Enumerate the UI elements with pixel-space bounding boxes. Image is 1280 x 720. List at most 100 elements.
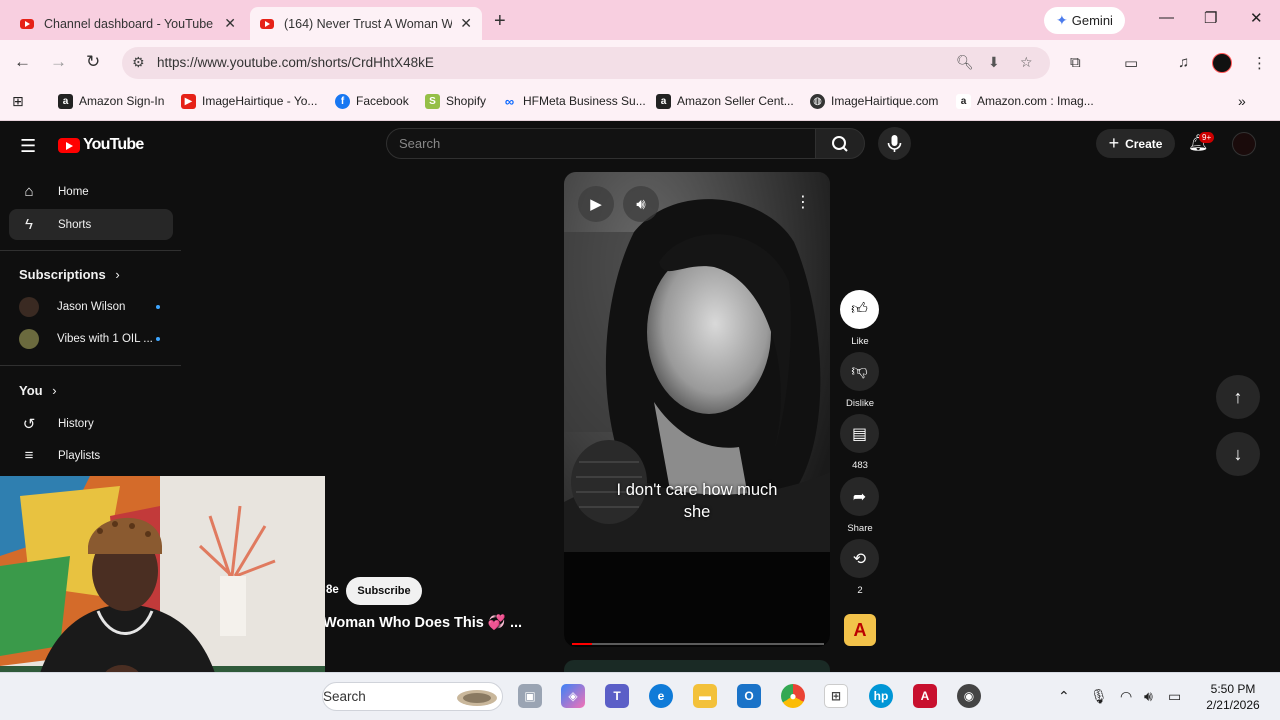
sidebar-item-history[interactable]: ↺ History — [9, 408, 173, 439]
bookmark-star-icon[interactable]: ☆ — [1020, 54, 1033, 71]
like-button[interactable]: 👍︎ Like — [840, 290, 880, 347]
search-input-wrapper[interactable] — [386, 128, 816, 159]
subscribe-button[interactable]: Subscribe — [346, 577, 422, 605]
microphone-tray-icon[interactable]: 🎙︎ — [1090, 688, 1108, 705]
search-input[interactable] — [387, 129, 815, 158]
volume-icon: 🔊︎ — [636, 195, 646, 213]
youtube-logo[interactable]: YouTube — [58, 136, 144, 154]
tab-current-short[interactable]: (164) Never Trust A Woman Who Does This … — [250, 7, 482, 40]
bookmark-amazon-seller[interactable]: a Amazon Seller Cent... — [656, 93, 794, 109]
next-short-button[interactable]: ↓ — [1216, 432, 1260, 476]
subscriptions-heading[interactable]: Subscriptions › — [19, 267, 120, 282]
new-content-dot — [156, 305, 160, 309]
sidebar-item-playlists[interactable]: ≡ Playlists — [9, 440, 173, 471]
bookmark-amazon-com[interactable]: a Amazon.com : Imag... — [956, 93, 1094, 109]
speaker-icon[interactable]: 🔊︎ — [1144, 688, 1153, 705]
close-tab-icon[interactable]: ✕ — [224, 15, 236, 32]
bookmark-amazon-signin[interactable]: a Amazon Sign-In — [58, 93, 164, 109]
copilot-icon[interactable]: ◈ — [561, 684, 585, 708]
account-avatar[interactable] — [1232, 132, 1256, 156]
bookmark-label: Shopify — [446, 94, 487, 108]
channel-name[interactable]: 8e — [326, 584, 339, 596]
show-hidden-icons-icon[interactable]: ⌃ — [1058, 688, 1070, 705]
dislike-label: Dislike — [846, 398, 874, 409]
tab-channel-dashboard[interactable]: Channel dashboard - YouTube Studio ✕ — [10, 7, 246, 40]
youtube-icon: ▶ — [181, 93, 196, 109]
voice-search-button[interactable] — [878, 127, 911, 160]
youtube-play-logo-icon — [58, 137, 80, 153]
youtube-icon — [260, 18, 274, 29]
zoom-icon[interactable]: 🔍︎ — [956, 54, 974, 71]
amazon-icon: a — [656, 93, 671, 109]
sound-thumbnail-icon[interactable]: A — [844, 614, 876, 646]
apps-grid-icon[interactable]: ⊞ — [12, 93, 24, 109]
bookmark-label: ImageHairtique.com — [831, 94, 939, 108]
teams-icon[interactable]: T — [605, 684, 629, 708]
gemini-button[interactable]: ✦ Gemini — [1044, 7, 1125, 34]
menu-kebab-icon[interactable]: ⋮ — [1252, 54, 1267, 72]
battery-icon[interactable]: ▭ — [1168, 688, 1181, 705]
close-window-icon[interactable]: ✕ — [1250, 9, 1263, 27]
subscription-label: Vibes with 1 OIL ... — [57, 333, 153, 345]
hamburger-menu-icon[interactable]: ☰ — [20, 136, 36, 157]
outlook-icon[interactable]: O — [737, 684, 761, 708]
profile-avatar[interactable] — [1212, 53, 1232, 73]
short-video-player[interactable]: ▶ 🔊︎ ⋮ I don't care how much she — [564, 172, 830, 647]
taskbar-search[interactable]: Search — [322, 682, 503, 711]
amazon-icon: a — [58, 93, 73, 109]
file-explorer-icon[interactable]: ▬ — [693, 684, 717, 708]
create-button[interactable]: + Create — [1096, 129, 1175, 158]
share-button[interactable]: ➦ Share — [840, 477, 880, 534]
bookmark-meta-business[interactable]: ∞ HFMeta Business Su... — [502, 93, 646, 109]
close-tab-icon[interactable]: ✕ — [460, 15, 472, 32]
chrome-icon[interactable]: ● — [781, 684, 805, 708]
dislike-button[interactable]: 👎︎ Dislike — [840, 352, 880, 409]
system-clock[interactable]: 5:50 PM 2/21/2026 — [1200, 681, 1266, 713]
video-progress-bar[interactable] — [572, 643, 824, 645]
reload-icon[interactable]: ↻ — [86, 52, 100, 72]
back-icon[interactable]: ← — [14, 52, 31, 72]
remix-button[interactable]: ⟲ 2 — [840, 539, 880, 596]
site-info-icon[interactable]: ⚙ — [132, 54, 145, 71]
bookmark-imagehairtique-youtube[interactable]: ▶ ImageHairtique - Yo... — [181, 93, 317, 109]
edge-icon[interactable]: e — [649, 684, 673, 708]
new-tab-button[interactable]: + — [494, 10, 506, 33]
task-view-icon[interactable]: ▣ — [518, 684, 542, 708]
wifi-icon[interactable]: ◠ — [1120, 688, 1132, 705]
remix-icon: ⟲ — [840, 539, 879, 578]
microsoft-store-icon[interactable]: ⊞ — [824, 684, 848, 708]
sidebar-item-shorts[interactable]: ϟ Shorts — [9, 209, 173, 240]
media-control-icon[interactable]: ♫ — [1178, 54, 1189, 71]
hp-icon[interactable]: hp — [869, 684, 893, 708]
more-options-icon[interactable]: ⋮ — [795, 192, 811, 212]
previous-short-button[interactable]: ↑ — [1216, 375, 1260, 419]
bookmark-label: HFMeta Business Su... — [523, 94, 646, 108]
obs-icon[interactable]: ◉ — [957, 684, 981, 708]
short-title[interactable]: Woman Who Does This 💞 ... — [323, 614, 522, 631]
comments-button[interactable]: ▤ 483 — [840, 414, 880, 471]
windows-taskbar — [0, 672, 1280, 720]
url-text: https://www.youtube.com/shorts/CrdHhtX48… — [157, 55, 434, 70]
volume-button[interactable]: 🔊︎ — [623, 186, 659, 222]
more-bookmarks-icon[interactable]: » — [1238, 93, 1246, 109]
you-heading[interactable]: You › — [19, 383, 57, 398]
address-bar[interactable]: ⚙ https://www.youtube.com/shorts/CrdHhtX… — [122, 47, 1050, 79]
extensions-icon[interactable]: ⧉ — [1070, 54, 1081, 71]
adobe-acrobat-icon[interactable]: A — [913, 684, 937, 708]
next-short-preview[interactable] — [564, 660, 830, 672]
forward-icon[interactable]: → — [50, 52, 67, 72]
sidebar-item-home[interactable]: ⌂ Home — [9, 176, 173, 207]
minimize-icon[interactable]: — — [1159, 9, 1174, 26]
bookmark-shopify[interactable]: S Shopify — [425, 93, 486, 109]
subscription-jason-wilson[interactable]: Jason Wilson — [19, 297, 164, 317]
tab-search-icon[interactable]: ▭ — [1124, 54, 1138, 72]
bookmark-imagehairtique-com[interactable]: ◍ ImageHairtique.com — [810, 93, 938, 109]
subscription-vibes-with-1-oil[interactable]: Vibes with 1 OIL ... — [19, 329, 164, 349]
install-app-icon[interactable]: ⬇ — [988, 54, 1000, 71]
channel-avatar — [19, 297, 39, 317]
search-button[interactable] — [815, 128, 865, 159]
restore-icon[interactable]: ❐ — [1204, 9, 1217, 27]
bookmark-facebook[interactable]: f Facebook — [335, 93, 409, 109]
play-button[interactable]: ▶ — [578, 186, 614, 222]
subscription-label: Jason Wilson — [57, 301, 126, 313]
